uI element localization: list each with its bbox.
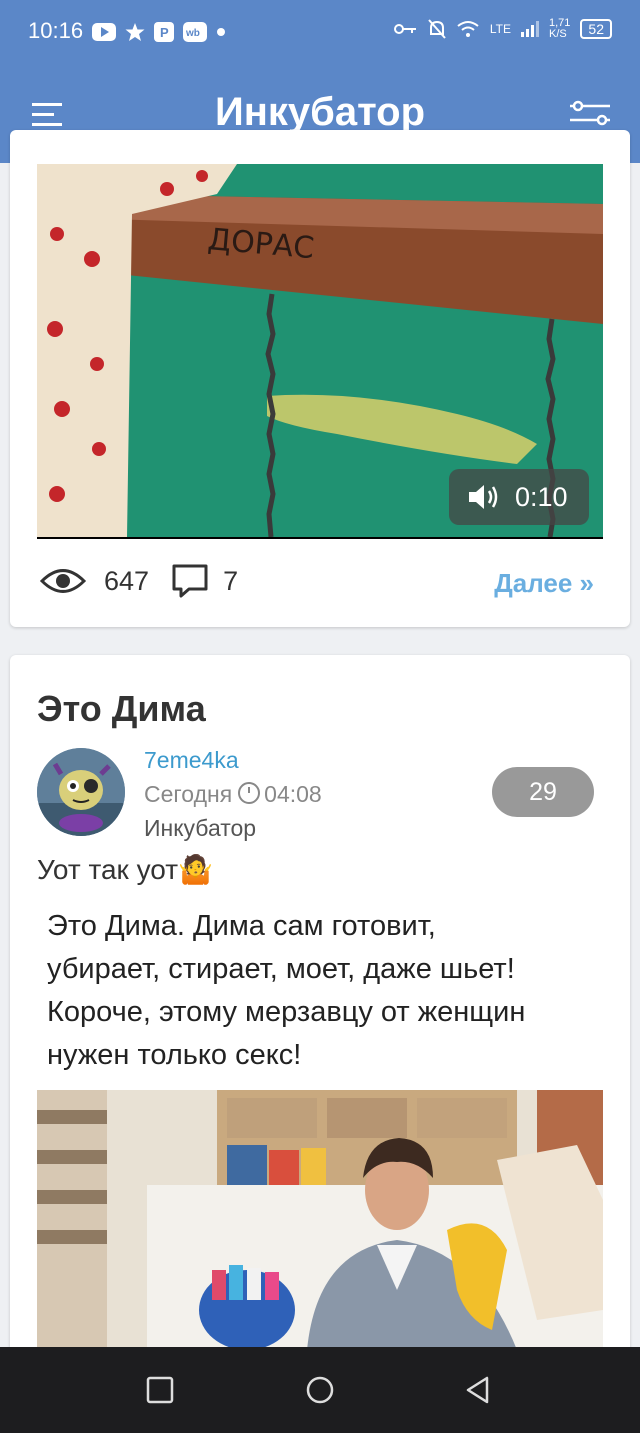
filter-settings-icon[interactable] [568,98,612,128]
caption-line: Это Дима. Дима сам готовит, [47,910,436,942]
network-type-label: LTE [489,22,511,36]
svg-text:wb: wb [185,28,200,39]
video-duration: 0:10 [515,481,568,512]
caption-line: нужен только секс! [47,1039,302,1071]
recent-apps-icon[interactable] [145,1375,175,1405]
clock-icon [238,782,261,804]
post-card: ДОРАС 0:10 647 7 Далее » [10,130,630,627]
caption-line: убирает, стирает, моет, даже шьет! [47,953,515,985]
youtube-icon [92,23,116,41]
signal-icon [521,21,539,37]
volume-icon[interactable] [467,482,501,512]
avatar-image [37,748,125,836]
clock: 10:16 [28,18,84,43]
post-intro-text: Уот так уот🤷 [37,854,213,885]
author-avatar[interactable] [37,748,125,836]
video-duration-badge[interactable]: 0:10 [449,469,589,525]
post-image[interactable] [37,1090,603,1350]
status-bar: 10:16 P wb LTE 1,71 K/S 52 [0,0,640,64]
post-time: 04:08 [264,781,322,807]
muted-bell-icon [428,19,446,39]
battery-level: 52 [580,19,612,39]
post-title[interactable]: Это Дима [37,688,206,730]
post-stats: 647 7 [40,563,238,599]
category-link[interactable]: Инкубатор [144,815,256,842]
svg-text:P: P [160,25,169,40]
home-icon[interactable] [305,1375,335,1405]
author-name-link[interactable]: 7eme4ka [144,747,239,774]
video-player[interactable]: ДОРАС 0:10 [37,164,603,539]
network-speed-unit: K/S [549,28,567,40]
app-p-icon: P [154,22,174,42]
read-more-link[interactable]: Далее » [494,568,594,599]
key-icon [393,24,416,34]
date-label: Сегодня [144,781,233,807]
dot-icon [217,28,225,36]
page-title: Инкубатор [214,90,426,134]
caption-line: Короче, этому мерзавцу от женщин [47,996,526,1028]
notification-icons: P wb [92,22,226,42]
system-navigation-bar [0,1347,640,1433]
wifi-icon [457,21,479,37]
post-date: Сегодня 04:08 [144,781,322,808]
views-count: 647 [104,565,150,596]
comments-count[interactable]: 7 [223,566,238,597]
back-icon[interactable] [463,1375,493,1405]
star-icon [125,23,145,41]
image-caption-text: Это Дима. Дима сам готовит, убирает, сти… [47,905,607,1077]
system-icons: LTE 1,71 K/S 52 [393,18,612,40]
comment-icon[interactable] [171,563,209,599]
post-card: Это Дима 7eme4ka Сегодня 04:08 Инкубатор … [10,655,630,1415]
post-photo [37,1090,603,1350]
eye-icon [40,569,86,593]
network-speed: 1,71 K/S [549,18,570,40]
rating-badge[interactable]: 29 [492,767,594,817]
wildberries-icon: wb [183,22,207,42]
